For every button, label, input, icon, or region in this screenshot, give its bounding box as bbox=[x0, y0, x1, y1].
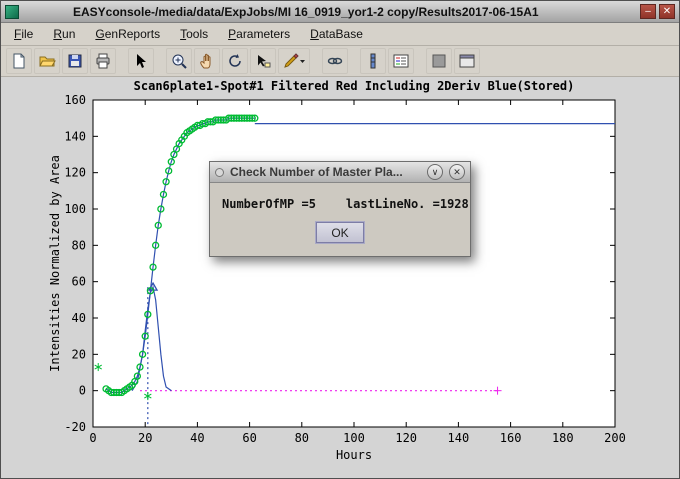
toolbar-separator bbox=[118, 50, 126, 72]
titlebar[interactable]: EASYconsole-/media/data/ExpJobs/MI 16_09… bbox=[1, 1, 679, 23]
toolbar-separator bbox=[350, 50, 358, 72]
data-cursor-icon bbox=[254, 52, 272, 70]
svg-text:Hours: Hours bbox=[336, 448, 372, 462]
svg-text:20: 20 bbox=[72, 347, 86, 361]
insert-legend-button[interactable] bbox=[388, 48, 414, 74]
link-plots-icon bbox=[326, 52, 344, 70]
toolbar-separator bbox=[416, 50, 424, 72]
pan-button[interactable] bbox=[194, 48, 220, 74]
save-icon bbox=[66, 52, 84, 70]
window-controls: – ✕ bbox=[640, 4, 675, 19]
svg-text:160: 160 bbox=[64, 93, 86, 107]
svg-text:Scan6plate1-Spot#1 Filtered Re: Scan6plate1-Spot#1 Filtered Red Includin… bbox=[134, 79, 575, 93]
svg-text:120: 120 bbox=[64, 166, 86, 180]
app-icon bbox=[5, 5, 19, 19]
brush-button[interactable] bbox=[278, 48, 310, 74]
menu-tools[interactable]: Tools bbox=[171, 24, 217, 44]
close-button[interactable]: ✕ bbox=[659, 4, 675, 19]
svg-text:Intensities Normalized by Area: Intensities Normalized by Area bbox=[48, 155, 62, 372]
menu-database[interactable]: DataBase bbox=[301, 24, 372, 44]
dialog-body: NumberOfMP =5 lastLineNo. =1928 OK bbox=[210, 183, 470, 256]
show-plot-tools-button[interactable] bbox=[454, 48, 480, 74]
svg-text:120: 120 bbox=[395, 431, 417, 445]
svg-text:0: 0 bbox=[79, 384, 86, 398]
menu-parameters[interactable]: Parameters bbox=[219, 24, 299, 44]
dialog-titlebar[interactable]: Check Number of Master Pla... ∨ ✕ bbox=[210, 162, 470, 183]
svg-text:160: 160 bbox=[500, 431, 522, 445]
svg-text:140: 140 bbox=[64, 129, 86, 143]
pan-hand-icon bbox=[198, 52, 216, 70]
minimize-button[interactable]: – bbox=[640, 4, 656, 19]
edit-plot-arrow-icon bbox=[132, 52, 150, 70]
new-document-button[interactable] bbox=[6, 48, 32, 74]
print-icon bbox=[94, 52, 112, 70]
open-folder-button[interactable] bbox=[34, 48, 60, 74]
svg-text:-20: -20 bbox=[64, 420, 86, 434]
print-button[interactable] bbox=[90, 48, 116, 74]
insert-legend-icon bbox=[392, 52, 410, 70]
menu-file[interactable]: File bbox=[5, 24, 42, 44]
rotate-3d-button[interactable] bbox=[222, 48, 248, 74]
menu-run[interactable]: Run bbox=[44, 24, 84, 44]
svg-text:40: 40 bbox=[190, 431, 204, 445]
svg-text:100: 100 bbox=[343, 431, 365, 445]
svg-text:40: 40 bbox=[72, 311, 86, 325]
svg-text:60: 60 bbox=[72, 275, 86, 289]
svg-text:200: 200 bbox=[604, 431, 626, 445]
edit-plot-button[interactable] bbox=[128, 48, 154, 74]
rotate-3d-icon bbox=[226, 52, 244, 70]
show-plot-tools-icon bbox=[458, 52, 476, 70]
new-document-icon bbox=[10, 52, 28, 70]
menu-genreports[interactable]: GenReports bbox=[86, 24, 169, 44]
brush-icon bbox=[282, 52, 306, 70]
svg-text:20: 20 bbox=[138, 431, 152, 445]
dialog-shade-button[interactable]: ∨ bbox=[427, 164, 443, 180]
svg-text:140: 140 bbox=[448, 431, 470, 445]
data-cursor-button[interactable] bbox=[250, 48, 276, 74]
save-button[interactable] bbox=[62, 48, 88, 74]
ok-button[interactable]: OK bbox=[316, 222, 364, 243]
window-title: EASYconsole-/media/data/ExpJobs/MI 16_09… bbox=[25, 5, 634, 19]
dialog-message-numberofmp: NumberOfMP =5 bbox=[222, 197, 316, 211]
figure-area: 020406080100120140160180200-200204060801… bbox=[1, 77, 679, 478]
dialog-message-lastlineno: lastLineNo. =1928 bbox=[346, 197, 469, 211]
dialog-icon bbox=[215, 168, 224, 177]
open-folder-icon bbox=[38, 52, 56, 70]
hide-plot-tools-button[interactable] bbox=[426, 48, 452, 74]
dialog-title: Check Number of Master Pla... bbox=[230, 165, 421, 179]
insert-colorbar-icon bbox=[364, 52, 382, 70]
svg-text:60: 60 bbox=[242, 431, 256, 445]
zoom-in-icon bbox=[170, 52, 188, 70]
insert-colorbar-button[interactable] bbox=[360, 48, 386, 74]
hide-plot-tools-icon bbox=[430, 52, 448, 70]
toolbar-separator bbox=[312, 50, 320, 72]
svg-text:180: 180 bbox=[552, 431, 574, 445]
link-plots-button[interactable] bbox=[322, 48, 348, 74]
svg-text:80: 80 bbox=[72, 238, 86, 252]
svg-text:100: 100 bbox=[64, 202, 86, 216]
svg-text:0: 0 bbox=[89, 431, 96, 445]
toolbar-separator bbox=[156, 50, 164, 72]
zoom-in-button[interactable] bbox=[166, 48, 192, 74]
dialog-message: NumberOfMP =5 lastLineNo. =1928 bbox=[210, 183, 470, 211]
svg-text:80: 80 bbox=[295, 431, 309, 445]
app-window: EASYconsole-/media/data/ExpJobs/MI 16_09… bbox=[0, 0, 680, 479]
toolbar bbox=[1, 46, 679, 77]
menubar: File Run GenReports Tools Parameters Dat… bbox=[1, 23, 679, 46]
plot-canvas[interactable]: 020406080100120140160180200-200204060801… bbox=[1, 77, 679, 477]
check-number-dialog: Check Number of Master Pla... ∨ ✕ Number… bbox=[209, 161, 471, 257]
dialog-close-button[interactable]: ✕ bbox=[449, 164, 465, 180]
